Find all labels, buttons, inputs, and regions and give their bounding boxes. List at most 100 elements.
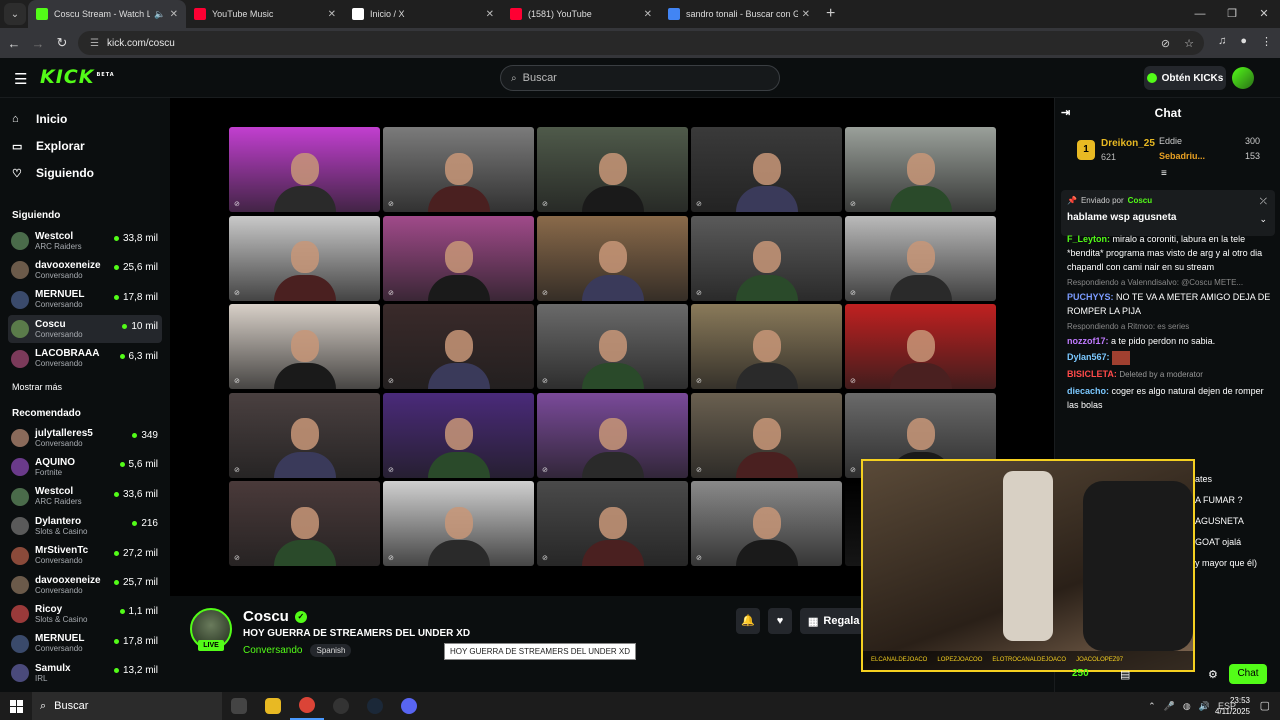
forward-icon[interactable]: →	[26, 36, 50, 51]
tab-close-icon[interactable]: ✕	[328, 9, 336, 20]
notification-bell-button[interactable]: 🔔	[736, 608, 760, 634]
new-tab-icon[interactable]: +	[826, 5, 835, 23]
nav-inicio[interactable]: ⌂ Inicio	[12, 112, 67, 126]
tab-close-icon[interactable]: ✕	[802, 9, 810, 20]
profile-icon[interactable]: ●	[1240, 35, 1247, 48]
follow-heart-button[interactable]: ♥	[768, 608, 792, 634]
language-tag[interactable]: Spanish	[310, 644, 352, 657]
chat-username[interactable]: nozzof17:	[1067, 336, 1109, 346]
chat-settings-icon[interactable]: ⚙	[1208, 668, 1218, 681]
unpin-icon[interactable]: ⤫	[1260, 196, 1267, 207]
channel-recommended-item[interactable]: julytalleres5 Conversando 349	[8, 424, 162, 452]
channel-recommended-item[interactable]: Dylantero Slots & Casino 216	[8, 512, 162, 540]
browser-tab-4[interactable]: sandro tonali - Buscar con Goo ✕	[660, 0, 818, 28]
browser-tab-3[interactable]: (1581) YouTube ✕	[502, 0, 660, 28]
chat-username[interactable]: BISICLETA:	[1067, 369, 1117, 379]
channel-points[interactable]: 250	[1072, 668, 1089, 679]
gift-sub-button[interactable]: ▦ Regala S	[800, 608, 870, 634]
windows-start-icon[interactable]	[0, 692, 32, 720]
tray-expand-icon[interactable]: ⌃	[1148, 701, 1156, 712]
restore-icon[interactable]: ❐	[1216, 0, 1248, 28]
chat-message[interactable]: Dylan567:	[1067, 350, 1275, 365]
leaderboard-second-name[interactable]: Eddie	[1159, 136, 1182, 146]
mic-muted-icon: ⊘	[850, 201, 856, 208]
channel-recommended-item[interactable]: Ricoy Slots & Casino 1,1 mil	[8, 600, 162, 628]
site-header: ☰ KICK BETA ⌕ Buscar Obtén KICKs	[0, 58, 1280, 98]
channel-following-item[interactable]: Coscu Conversando 10 mil	[8, 315, 162, 344]
reply-context: Respondiendo a Valenndisalvo: @Coscu MET…	[1067, 278, 1244, 287]
bookmark-star-icon[interactable]: ☆	[1184, 37, 1194, 50]
browser-tab-1[interactable]: YouTube Music ✕	[186, 0, 344, 28]
leaderboard-third-name[interactable]: Sebadriu...	[1159, 151, 1205, 161]
pip-video[interactable]: ELCANALDEJOACO LOPEZJOACOO ELOTROCANALDEJO…	[861, 459, 1195, 672]
nav-explorar[interactable]: ▭ Explorar	[12, 139, 85, 153]
chat-username[interactable]: F_Leyton:	[1067, 234, 1110, 244]
file-explorer-icon[interactable]	[256, 692, 290, 720]
volume-icon[interactable]: 🔊	[1199, 701, 1210, 712]
tab-close-icon[interactable]: ✕	[170, 9, 178, 20]
rewards-icon[interactable]: ▤	[1120, 668, 1130, 681]
collapse-chat-icon[interactable]: ⇥	[1061, 106, 1070, 119]
chat-username[interactable]: PUCHYYS:	[1067, 292, 1114, 302]
browser-tab-0[interactable]: Coscu Stream - Watch Live🔈 ✕	[28, 0, 186, 28]
leaderboard-first-name[interactable]: Dreikon_25	[1101, 138, 1155, 149]
send-chat-button[interactable]: Chat	[1229, 664, 1267, 684]
channel-recommended-item[interactable]: MrStivenTc Conversando 27,2 mil	[8, 542, 162, 570]
menu-icon[interactable]: ☰	[14, 70, 27, 88]
steam-icon[interactable]	[358, 692, 392, 720]
tab-close-icon[interactable]: ✕	[644, 9, 652, 20]
pinned-message[interactable]: 📌 Enviado por Coscu hablame wsp agusneta…	[1061, 190, 1275, 236]
clock[interactable]: 23:53 4/11/2025	[1215, 695, 1250, 717]
kick-logo[interactable]: KICK BETA	[40, 66, 115, 88]
app-icon[interactable]	[324, 692, 358, 720]
notifications-icon[interactable]: ▢	[1260, 699, 1270, 712]
browser-menu-icon[interactable]: ⋮	[1261, 35, 1272, 48]
streamer-name[interactable]: Coscu ✓	[243, 608, 307, 625]
eye-off-icon[interactable]: ⊘	[1161, 37, 1170, 50]
chat-message[interactable]: diecacho: coger es algo natural dejen de…	[1067, 384, 1275, 412]
chat-username[interactable]: Dylan567:	[1067, 352, 1110, 362]
channel-following-item[interactable]: davooxeneize Conversando 25,6 mil	[8, 256, 162, 284]
chat-message[interactable]: BISICLETA: Deleted by a moderator	[1067, 367, 1275, 382]
network-icon[interactable]: ◍	[1183, 701, 1191, 712]
participant-face	[752, 506, 781, 539]
back-icon[interactable]: ←	[2, 36, 26, 51]
channel-recommended-item[interactable]: Samulx IRL 13,2 mil	[8, 659, 162, 687]
chat-message[interactable]: Respondiendo a Ritmoo: es series nozzof17…	[1067, 320, 1275, 348]
task-view-icon[interactable]	[222, 692, 256, 720]
tab-search-icon[interactable]: ⌄	[4, 3, 26, 25]
youtube-music-icon	[194, 8, 206, 20]
channel-recommended-item[interactable]: Westcol ARC Raiders 33,6 mil	[8, 483, 162, 511]
expand-leaderboard-icon[interactable]: ≡	[1161, 168, 1167, 179]
nav-siguiendo[interactable]: ♡ Siguiendo	[12, 166, 94, 180]
chrome-icon[interactable]	[290, 692, 324, 720]
browser-tab-2[interactable]: Inicio / X ✕	[344, 0, 502, 28]
reload-icon[interactable]: ↻	[50, 35, 74, 51]
get-kicks-button[interactable]: Obtén KICKs	[1144, 66, 1226, 90]
user-avatar[interactable]	[1232, 67, 1254, 89]
channel-recommended-item[interactable]: MERNUEL Conversando 17,8 mil	[8, 630, 162, 658]
chevron-down-icon[interactable]: ⌄	[1259, 214, 1267, 225]
chat-message[interactable]: F_Leyton: miralo a coroniti, labura en l…	[1067, 232, 1275, 274]
microphone-icon[interactable]: 🎤	[1164, 701, 1175, 712]
show-more-link[interactable]: Mostrar más	[12, 382, 62, 392]
channel-following-item[interactable]: MERNUEL Conversando 17,8 mil	[8, 286, 162, 314]
media-control-icon[interactable]: ♫	[1218, 35, 1226, 48]
channel-recommended-item[interactable]: AQUINO Fortnite 5,6 mil	[8, 453, 162, 481]
tab-close-icon[interactable]: ✕	[486, 9, 494, 20]
site-info-icon[interactable]: ☰	[90, 38, 99, 49]
channel-following-item[interactable]: LACOBRAAA Conversando 6,3 mil	[8, 345, 162, 373]
search-input[interactable]: ⌕ Buscar	[500, 65, 780, 91]
close-window-icon[interactable]: ✕	[1248, 0, 1280, 28]
channel-following-item[interactable]: Westcol ARC Raiders 33,8 mil	[8, 227, 162, 255]
discord-icon[interactable]	[392, 692, 426, 720]
taskbar-search[interactable]: ⌕ Buscar	[32, 692, 222, 720]
channel-recommended-item[interactable]: davooxeneize Conversando 25,7 mil	[8, 571, 162, 599]
tab-audio-icon[interactable]: 🔈	[154, 9, 165, 20]
minimize-icon[interactable]: —	[1184, 0, 1216, 28]
stream-category[interactable]: Conversando	[243, 645, 302, 656]
kick-coin-icon	[1146, 73, 1157, 83]
address-bar[interactable]: ☰ kick.com/coscu ⊘ ☆	[78, 31, 1204, 55]
chat-username[interactable]: diecacho:	[1067, 386, 1109, 396]
chat-message[interactable]: Respondiendo a Valenndisalvo: @Coscu MET…	[1067, 276, 1275, 318]
